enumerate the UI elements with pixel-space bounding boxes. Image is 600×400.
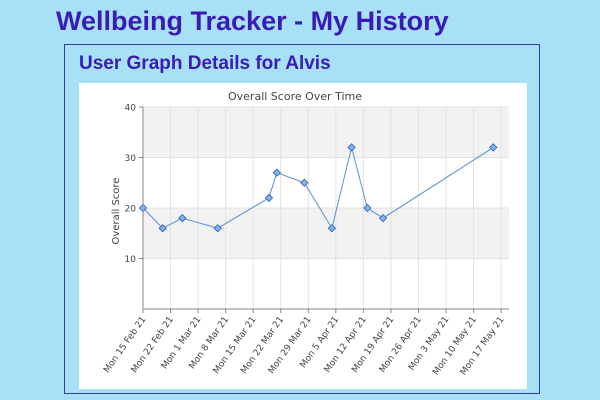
chart-container: Overall Score Over Time Overall Score Mo… <box>79 83 527 389</box>
page-title: Wellbeing Tracker - My History <box>56 6 449 36</box>
y-axis-label: Overall Score <box>111 178 122 245</box>
graph-panel: User Graph Details for Alvis Overall Sco… <box>64 44 540 394</box>
y-tick-label: 20 <box>125 205 137 215</box>
panel-title: User Graph Details for Alvis <box>79 53 331 74</box>
chart-title: Overall Score Over Time <box>228 90 362 103</box>
y-tick-label: 40 <box>125 104 137 114</box>
y-tick-label: 10 <box>125 255 137 265</box>
y-tick-label: 30 <box>125 154 137 164</box>
score-chart: Overall Score Over Time Overall Score Mo… <box>102 90 509 377</box>
